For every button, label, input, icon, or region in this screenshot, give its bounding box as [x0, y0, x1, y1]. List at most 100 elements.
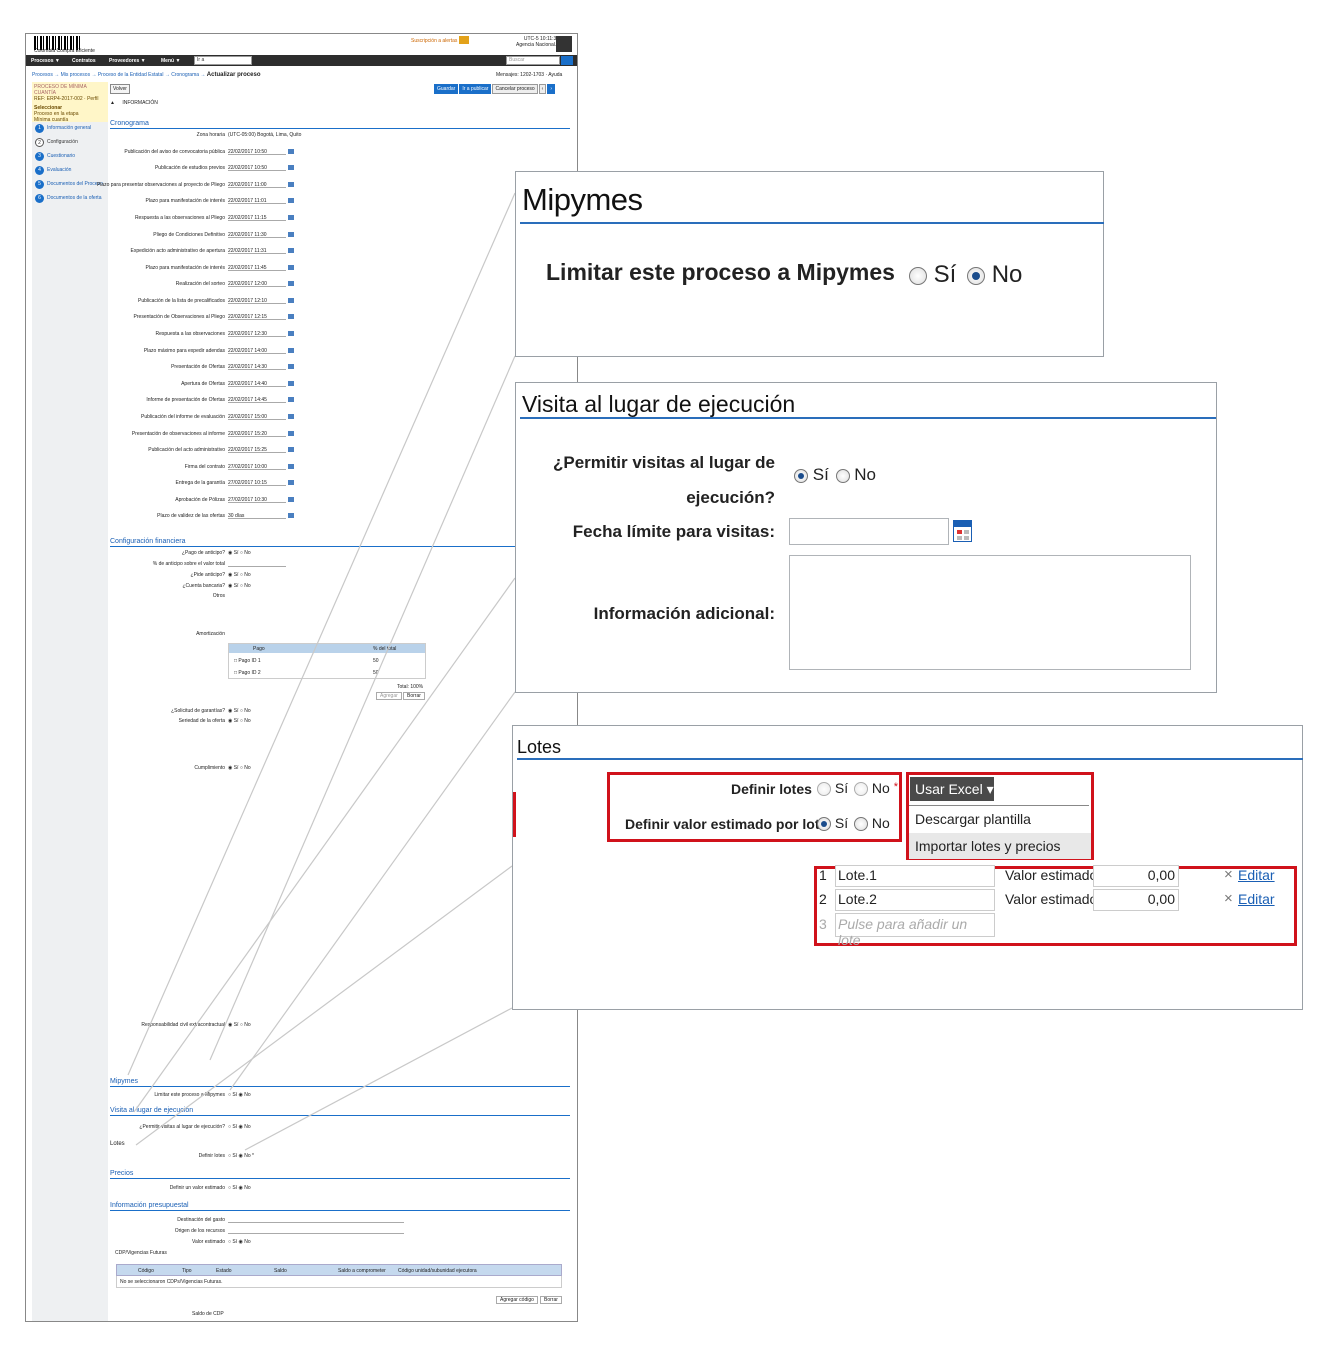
visita-no-radio[interactable] — [835, 469, 850, 483]
next-arrow-icon[interactable]: › — [547, 84, 555, 94]
mini-lotes-radios[interactable]: ○ Sí ◉ No * — [228, 1153, 254, 1159]
mini-precios-radios[interactable]: ○ Sí ◉ No — [228, 1185, 251, 1191]
calendar-icon[interactable] — [288, 513, 294, 518]
cronograma-date-input[interactable]: 22/02/2017 15:20 — [228, 431, 286, 437]
calendar-icon[interactable] — [288, 497, 294, 502]
anticipo-percent-input[interactable] — [228, 561, 286, 567]
cronograma-date-input[interactable]: 22/02/2017 15:00 — [228, 414, 286, 420]
calendar-icon[interactable] — [288, 281, 294, 286]
search-input[interactable]: Buscar — [506, 56, 560, 65]
cronograma-date-input[interactable]: 22/02/2017 14:30 — [228, 364, 286, 370]
notification-icon[interactable] — [459, 36, 469, 44]
valor-estimado-input[interactable]: 0,00 — [1093, 889, 1179, 911]
cronograma-date-input[interactable]: 22/02/2017 11:01 — [228, 198, 286, 204]
table-row[interactable]: □ Pago ID 2 50 — [234, 670, 379, 676]
valor-por-lote-yes-radio[interactable] — [817, 817, 831, 831]
calendar-icon[interactable] — [288, 248, 294, 253]
lote-name-input[interactable]: Lote.1 — [835, 865, 995, 887]
financial-radios[interactable]: ◉ Sí ○ No — [228, 708, 251, 714]
cronograma-date-input[interactable]: 22/02/2017 14:00 — [228, 348, 286, 354]
cronograma-date-input[interactable]: 22/02/2017 12:10 — [228, 298, 286, 304]
menu-proveedores[interactable]: Proveedores ▼ — [109, 58, 146, 64]
cronograma-date-input[interactable]: 22/02/2017 12:30 — [228, 331, 286, 337]
mini-mipymes-radios[interactable]: ○ Sí ◉ No — [228, 1092, 251, 1098]
table-row[interactable]: □ Pago ID 1 50 — [234, 658, 379, 664]
mini-destinacion-select[interactable] — [228, 1217, 404, 1223]
lote-name-input[interactable]: Lote.2 — [835, 889, 995, 911]
financial-radios[interactable]: ◉ Sí ○ No — [228, 583, 251, 589]
calendar-icon[interactable] — [288, 397, 294, 402]
fecha-limite-input[interactable] — [789, 518, 949, 545]
calendar-icon[interactable] — [288, 464, 294, 469]
mipymes-yes-radio[interactable] — [909, 267, 927, 285]
search-icon[interactable] — [561, 56, 573, 65]
delete-code-button[interactable]: Borrar — [540, 1296, 562, 1304]
cronograma-date-input[interactable]: (UTC-05:00) Bogotá, Lima, Quito — [228, 132, 318, 138]
cronograma-date-input[interactable]: 22/02/2017 14:45 — [228, 397, 286, 403]
publish-button[interactable]: Ir a publicar — [459, 84, 492, 94]
cronograma-date-input[interactable]: 22/02/2017 12:00 — [228, 281, 286, 287]
calendar-icon[interactable] — [288, 348, 294, 353]
edit-lote-link[interactable]: Editar — [1238, 867, 1275, 883]
cronograma-date-input[interactable]: 22/02/2017 11:15 — [228, 215, 286, 221]
close-icon[interactable]: × — [1224, 890, 1233, 907]
edit-lote-link[interactable]: Editar — [1238, 891, 1275, 907]
financial-radios[interactable]: ◉ Sí ○ No — [228, 550, 251, 556]
calendar-icon[interactable] — [288, 198, 294, 203]
info-collapse-bar[interactable]: ▲ INFORMACIÓN — [110, 100, 570, 109]
goto-input[interactable]: Ir a — [194, 56, 252, 65]
close-icon[interactable]: × — [1224, 866, 1233, 883]
menu-procesos[interactable]: Procesos ▼ — [31, 58, 60, 64]
calendar-icon[interactable] — [953, 520, 972, 542]
cronograma-date-input[interactable]: 22/02/2017 11:30 — [228, 232, 286, 238]
cronograma-date-input[interactable]: 22/02/2017 15:25 — [228, 447, 286, 453]
menu-menu[interactable]: Menú ▼ — [161, 58, 180, 64]
valor-por-lote-no-radio[interactable] — [854, 817, 869, 831]
calendar-icon[interactable] — [288, 232, 294, 237]
calendar-icon[interactable] — [288, 165, 294, 170]
cronograma-date-input[interactable]: 27/02/2017 10:00 — [228, 464, 286, 470]
definir-lotes-yes-radio[interactable] — [817, 782, 831, 796]
info-adicional-textarea[interactable] — [789, 555, 1191, 670]
financial-radios[interactable]: ◉ Sí ○ No — [228, 572, 251, 578]
cancel-process-button[interactable]: Cancelar proceso — [492, 84, 538, 94]
new-lote-input[interactable]: Pulse para añadir un lote — [835, 913, 995, 948]
calendar-icon[interactable] — [288, 381, 294, 386]
calendar-icon[interactable] — [288, 314, 294, 319]
cronograma-date-input[interactable]: 27/02/2017 10:30 — [228, 497, 286, 503]
financial-radios[interactable]: ◉ Sí ○ No — [228, 765, 251, 771]
calendar-icon[interactable] — [288, 414, 294, 419]
calendar-icon[interactable] — [288, 298, 294, 303]
user-menu[interactable]: Agencia Nacional... — [516, 42, 559, 48]
valor-estimado-input[interactable]: 0,00 — [1093, 865, 1179, 887]
breadcrumb-trail[interactable]: Procesos → Mis procesos → Proceso de la … — [32, 72, 205, 78]
menu-item-importar[interactable]: Importar lotes y precios — [909, 833, 1091, 859]
cronograma-date-input[interactable]: 22/02/2017 10:50 — [228, 149, 286, 155]
cronograma-date-input[interactable]: 22/02/2017 12:15 — [228, 314, 286, 320]
cronograma-date-input[interactable]: 22/02/2017 14:40 — [228, 381, 286, 387]
cronograma-date-input[interactable]: 30 días — [228, 513, 286, 519]
collapse-icon[interactable]: ▲ — [110, 100, 115, 106]
cronograma-date-input[interactable]: 22/02/2017 11:45 — [228, 265, 286, 271]
calendar-icon[interactable] — [288, 182, 294, 187]
mipymes-no-radio[interactable] — [967, 267, 986, 285]
add-code-button[interactable]: Agregar código — [496, 1296, 538, 1304]
usar-excel-button[interactable]: Usar Excel ▾ — [910, 777, 994, 801]
cronograma-date-input[interactable]: 27/02/2017 10:15 — [228, 480, 286, 486]
save-button[interactable]: Guardar — [434, 84, 459, 94]
menu-contratos[interactable]: Contratos — [72, 58, 96, 64]
calendar-icon[interactable] — [288, 447, 294, 452]
add-payment-button[interactable]: Agregar — [376, 692, 402, 700]
definir-lotes-no-radio[interactable] — [854, 782, 869, 796]
avatar[interactable] — [556, 36, 572, 52]
calendar-icon[interactable] — [288, 331, 294, 336]
calendar-icon[interactable] — [288, 480, 294, 485]
financial-radios[interactable]: ◉ Sí ○ No — [228, 718, 251, 724]
calendar-icon[interactable] — [288, 215, 294, 220]
financial-radios[interactable]: ◉ Sí ○ No — [228, 1022, 251, 1028]
step-nav-item[interactable]: 2 Configuración — [32, 136, 108, 150]
messages-help[interactable]: Mensajes: 1202-1703 · Ayuda — [496, 72, 562, 78]
calendar-icon[interactable] — [288, 431, 294, 436]
cronograma-date-input[interactable]: 22/02/2017 11:31 — [228, 248, 286, 254]
calendar-icon[interactable] — [288, 364, 294, 369]
